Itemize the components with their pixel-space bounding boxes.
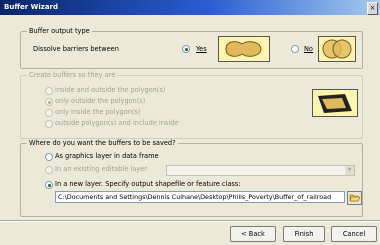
polygon-option-label: inside and outside the polygon(s)	[55, 86, 166, 94]
polygon-option-radio[interactable]	[45, 98, 53, 106]
save-location-legend: Where do you want the buffers to be save…	[29, 139, 176, 147]
window-title: Buffer Wizard	[4, 3, 59, 11]
polygon-option-radio[interactable]	[45, 109, 53, 117]
back-button[interactable]: < Back	[230, 226, 276, 242]
existing-layer-label: In an existing editable layer	[55, 165, 147, 173]
chevron-down-icon[interactable]: ▼	[345, 166, 354, 175]
polygon-option-radio[interactable]	[45, 120, 53, 128]
output-type-legend: Buffer output type	[29, 27, 90, 35]
existing-layer-radio[interactable]	[45, 166, 53, 174]
polygon-option-radio[interactable]	[45, 87, 53, 95]
polygon-option-label: only inside the polygon(s)	[55, 108, 141, 116]
browse-button[interactable]	[347, 191, 362, 205]
cancel-button[interactable]: Cancel	[331, 226, 377, 242]
polygon-option-label: only outside the polygon(s)	[55, 97, 146, 105]
close-icon[interactable]: ×	[367, 2, 378, 15]
output-path-field[interactable]: C:\Documents and Settings\Dennis Culhane…	[55, 191, 345, 203]
folder-open-icon	[349, 194, 361, 202]
graphics-layer-radio[interactable]	[45, 153, 53, 161]
graphics-layer-label[interactable]: As graphics layer in data frame	[55, 152, 159, 160]
dissolve-yes-radio[interactable]	[182, 45, 190, 53]
polygon-options-legend: Create buffers so they are	[29, 71, 116, 79]
title-bar: Buffer Wizard ×	[0, 0, 380, 15]
existing-layer-dropdown[interactable]: ▼	[166, 165, 355, 176]
new-layer-radio[interactable]	[45, 181, 53, 189]
dissolve-no-preview-icon	[318, 36, 356, 62]
dissolve-label: Dissolve barriers between	[33, 45, 119, 53]
dissolve-yes-label[interactable]: Yes	[196, 45, 207, 53]
new-layer-label[interactable]: In a new layer. Specify output shapefile…	[55, 180, 241, 188]
polygon-option-label: outside polygon(s) and include inside	[55, 119, 179, 127]
buffer-wizard-window: Buffer Wizard × Buffer output type Disso…	[0, 0, 380, 245]
save-location-group: Where do you want the buffers to be save…	[20, 139, 363, 217]
dissolve-yes-preview-icon	[218, 36, 270, 62]
finish-button[interactable]: Finish	[283, 226, 325, 242]
dissolve-no-radio[interactable]	[291, 45, 299, 53]
polygon-buffer-preview-icon	[312, 89, 358, 117]
footer-separator	[0, 220, 380, 222]
dissolve-no-label[interactable]: No	[304, 45, 313, 53]
